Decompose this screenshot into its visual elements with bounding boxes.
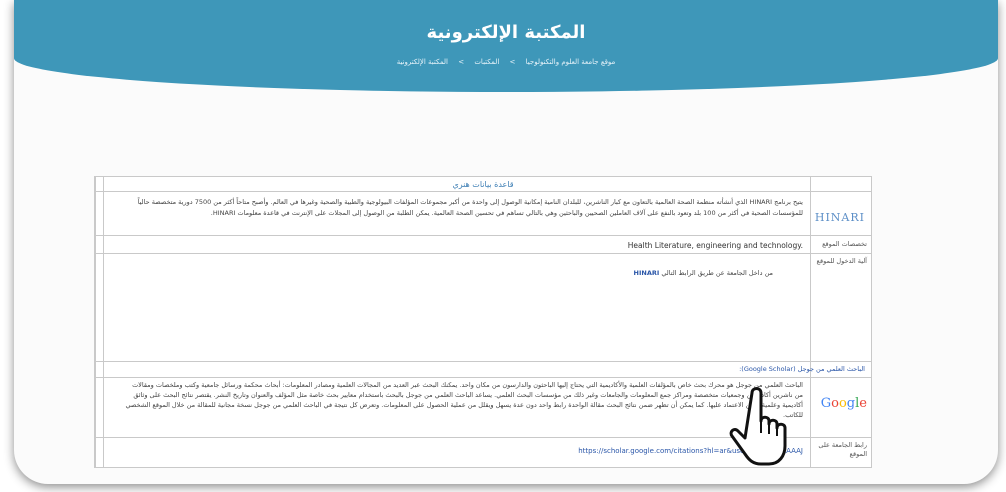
breadcrumb-separator: >: [458, 58, 465, 66]
breadcrumb-separator: >: [509, 58, 516, 66]
scholar-link-label: رابط الجامعة على الموقع: [818, 441, 867, 458]
page-title: المكتبة الإلكترونية: [426, 22, 586, 43]
hinari-logo: HINARI: [814, 211, 865, 224]
access-label: آلية الدخول للموقع: [816, 257, 867, 265]
scholar-description: الباحث العلمي من جوجل هو محرك بحث خاص با…: [125, 381, 804, 419]
pointing-hand-icon: [729, 387, 787, 466]
hinari-link[interactable]: HINARI: [634, 269, 660, 277]
hinari-description: يتيح برنامج HINARI الذي أنشأته منظمة الص…: [137, 198, 803, 217]
access-text: من داخل الجامعة عن طريق الرابط التالي HI…: [634, 269, 773, 277]
subjects-value: Health Literature, engineering and techn…: [627, 241, 803, 250]
table-row: قاعدة بيانات هنري: [95, 177, 871, 192]
breadcrumb-current: المكتبة الإلكترونية: [396, 58, 448, 66]
header-banner: المكتبة الإلكترونية موقع جامعة العلوم وا…: [14, 0, 998, 92]
scholar-heading: الباحث العلمي من جوجل (Google Scholar):: [739, 365, 865, 373]
breadcrumb-libraries-link[interactable]: المكتبات: [474, 58, 499, 66]
subjects-label: تخصصات الموقع: [822, 240, 867, 248]
breadcrumb-university-link[interactable]: موقع جامعة العلوم والتكنولوجيا: [526, 58, 616, 66]
section-heading: قاعدة بيانات هنري: [452, 180, 514, 189]
google-logo: Google: [820, 396, 867, 411]
breadcrumb: موقع جامعة العلوم والتكنولوجيا > المكتبا…: [14, 58, 998, 66]
access-description: من داخل الجامعة عن طريق الرابط التالي: [661, 269, 773, 277]
